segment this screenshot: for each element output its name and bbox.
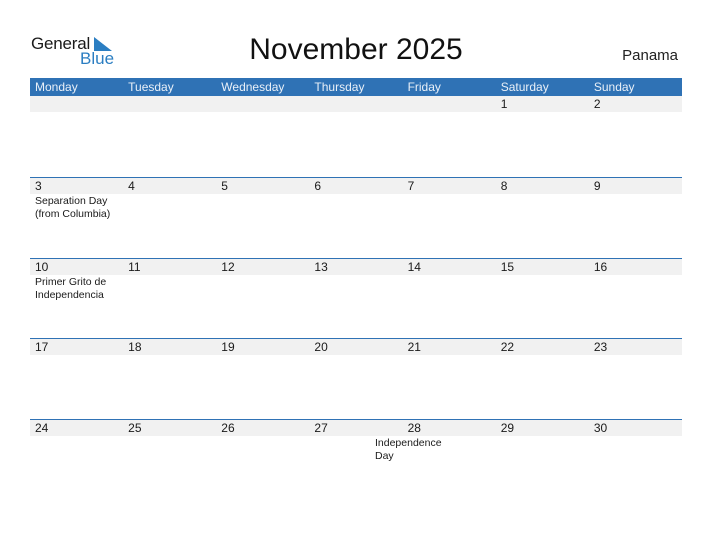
holiday-label [370, 112, 455, 113]
holiday-label [115, 112, 200, 113]
week-row: 17 18 19 20 21 22 23 [30, 338, 682, 419]
holiday-label [115, 355, 200, 356]
day-number: 11 [128, 259, 141, 274]
holiday-label [30, 112, 115, 113]
holiday-label [30, 355, 115, 356]
holiday-label [455, 194, 540, 221]
day-number: 14 [407, 259, 421, 274]
holiday-label [200, 355, 285, 356]
day-number: 27 [314, 420, 328, 435]
day-number: 6 [314, 179, 322, 193]
events-row [30, 112, 682, 113]
holiday-label [455, 436, 540, 463]
day-number-band: 3 4 5 6 7 8 9 [30, 178, 682, 194]
day-number [123, 96, 216, 112]
holiday-label [455, 112, 540, 113]
day-number: 13 [314, 259, 328, 274]
day-number: 28 [407, 420, 421, 435]
day-number: 7 [407, 179, 415, 193]
calendar-grid: Monday Tuesday Wednesday Thursday Friday Satu… [30, 78, 682, 499]
holiday-label [540, 194, 625, 221]
day-number [309, 96, 402, 112]
weekday-thursday: Thursday [314, 80, 365, 94]
weekday-friday: Friday [407, 80, 441, 94]
day-number: 17 [35, 340, 49, 354]
holiday-label [285, 355, 370, 356]
events-row: Independence Day [30, 436, 682, 463]
holiday-label: Separation Day (from Columbia) [35, 195, 111, 220]
day-number: 25 [128, 420, 142, 435]
day-number: 3 [35, 179, 42, 193]
day-number: 22 [500, 340, 515, 354]
week-row: 10 11 12 13 14 15 16 Primer Grito de Independen… [30, 257, 682, 339]
day-number: 5 [221, 179, 228, 193]
day-number: 18 [128, 340, 142, 354]
holiday-label [285, 112, 370, 113]
day-number: 23 [593, 340, 608, 354]
holiday-label [540, 112, 625, 113]
weekday-sunday: Sunday [593, 80, 635, 94]
holiday-label [455, 355, 540, 356]
events-row: Primer Grito de Independencia [30, 275, 682, 302]
holiday-label [285, 194, 370, 221]
day-number-band: 24 25 26 27 28 29 30 [30, 419, 682, 436]
day-number: 1 [500, 97, 508, 111]
day-number: 16 [593, 259, 608, 274]
holiday-label [285, 275, 370, 302]
holiday-label [30, 436, 115, 463]
day-number: 21 [407, 340, 421, 354]
holiday-label [115, 436, 200, 463]
day-number: 8 [500, 179, 508, 193]
weekday-saturday: Saturday [500, 80, 549, 94]
week-row: 24 25 26 27 28 29 30 Independence Day [30, 418, 682, 500]
holiday-label [285, 436, 370, 463]
day-number: 29 [500, 420, 515, 435]
week-row: 12 [30, 96, 682, 177]
holiday-label [370, 275, 455, 302]
day-number [30, 96, 123, 112]
holiday-label [200, 436, 285, 463]
day-number: 9 [593, 179, 601, 193]
day-number: 12 [221, 259, 235, 274]
day-number [216, 96, 309, 112]
holiday-label [200, 194, 285, 221]
holiday-label: Primer Grito de Independencia [35, 275, 107, 301]
day-number-band: 10 11 12 13 14 15 16 [30, 258, 682, 275]
holiday-label [455, 275, 540, 302]
day-number [403, 96, 496, 112]
day-number: 4 [128, 179, 135, 193]
day-number-band: 12 [30, 96, 682, 112]
day-number: 20 [314, 340, 328, 354]
day-number: 15 [500, 259, 515, 274]
weekday-monday: Monday [35, 80, 78, 94]
holiday-label [115, 194, 200, 221]
week-row: 3 4 5 6 7 8 9 Separation Day (from Columbia) [30, 177, 682, 258]
events-row [30, 355, 682, 356]
day-number-band: 17 18 19 20 21 22 23 [30, 339, 682, 355]
holiday-label [115, 275, 200, 302]
day-number: 10 [35, 259, 49, 274]
weekday-wednesday: Wednesday [221, 80, 285, 94]
holiday-label [370, 194, 455, 221]
holiday-label [370, 355, 455, 356]
country-label: Panama [622, 47, 678, 64]
holiday-label [540, 275, 625, 302]
holiday-label [200, 112, 285, 113]
day-number: 26 [221, 420, 235, 435]
holiday-label: Independence Day [375, 436, 442, 462]
day-number: 30 [593, 420, 608, 435]
events-row: Separation Day (from Columbia) [30, 194, 682, 221]
weekday-tuesday: Tuesday [128, 80, 174, 94]
day-number: 19 [221, 340, 235, 354]
holiday-label [540, 436, 625, 463]
weekday-header: Monday Tuesday Wednesday Thursday Friday Satu… [30, 78, 682, 96]
page-title: November 2025 [249, 33, 463, 66]
holiday-label [540, 355, 625, 356]
day-number: 24 [35, 420, 49, 435]
day-number: 2 [593, 97, 601, 111]
holiday-label [200, 275, 285, 302]
